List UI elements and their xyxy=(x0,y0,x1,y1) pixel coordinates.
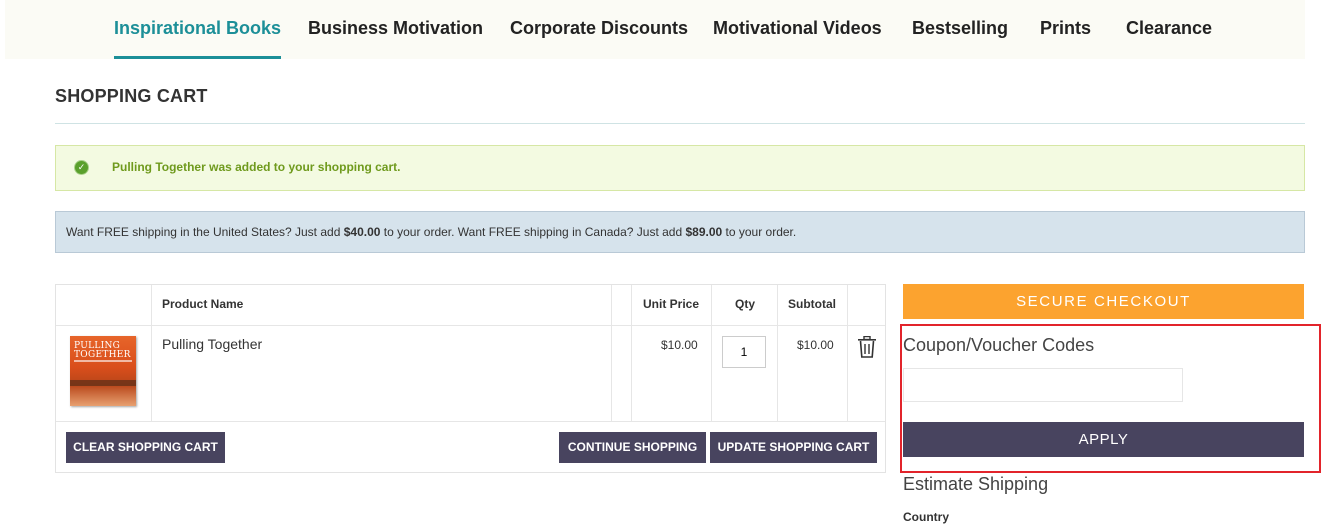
top-navigation: Inspirational Books Business Motivation … xyxy=(5,0,1305,59)
shipping-text-part1: Want FREE shipping in the United States?… xyxy=(66,225,344,239)
row-divider xyxy=(56,421,885,422)
country-label: Country xyxy=(903,510,949,524)
product-cover-decoration xyxy=(74,360,132,362)
product-cover-title: PULLING TOGETHER xyxy=(74,341,131,360)
nav-item-prints[interactable]: Prints xyxy=(1040,0,1091,59)
column-divider xyxy=(777,285,778,421)
nav-item-clearance[interactable]: Clearance xyxy=(1126,0,1212,59)
success-message-text: Pulling Together was added to your shopp… xyxy=(112,160,401,174)
canada-shipping-amount: $89.00 xyxy=(685,225,723,239)
continue-shopping-button[interactable]: CONTINUE SHOPPING xyxy=(559,432,706,463)
nav-item-corporate-discounts[interactable]: Corporate Discounts xyxy=(510,0,688,59)
product-name-link[interactable]: Pulling Together xyxy=(162,336,262,352)
column-divider xyxy=(847,285,848,421)
title-divider xyxy=(55,123,1305,124)
coupon-title: Coupon/Voucher Codes xyxy=(903,335,1095,355)
coupon-code-input[interactable] xyxy=(903,368,1183,402)
update-shopping-cart-button[interactable]: UPDATE SHOPPING CART xyxy=(710,432,877,463)
column-divider xyxy=(151,285,152,421)
nav-item-inspirational-books[interactable]: Inspirational Books xyxy=(114,0,282,59)
trash-icon[interactable] xyxy=(857,336,877,358)
nav-item-motivational-videos[interactable]: Motivational Videos xyxy=(713,0,882,59)
header-subtotal: Subtotal xyxy=(788,297,836,311)
estimate-shipping-title: Estimate Shipping xyxy=(903,474,1049,494)
check-circle-icon: ✓ xyxy=(75,161,88,174)
shipping-text-part2: to your order. Want FREE shipping in Can… xyxy=(380,225,686,239)
us-shipping-amount: $40.00 xyxy=(343,225,381,239)
nav-item-bestselling[interactable]: Bestselling xyxy=(912,0,1008,59)
free-shipping-message: Want FREE shipping in the United States?… xyxy=(55,211,1305,253)
row-divider xyxy=(56,325,885,326)
nav-item-business-motivation[interactable]: Business Motivation xyxy=(308,0,483,59)
product-unit-price: $10.00 xyxy=(661,338,698,352)
header-unit-price: Unit Price xyxy=(643,297,700,311)
column-divider xyxy=(611,285,612,421)
column-divider xyxy=(711,285,712,421)
column-divider xyxy=(631,285,632,421)
product-subtotal: $10.00 xyxy=(797,338,834,352)
header-qty: Qty xyxy=(735,297,756,311)
clear-shopping-cart-button[interactable]: CLEAR SHOPPING CART xyxy=(66,432,225,463)
free-shipping-text: Want FREE shipping in the United States?… xyxy=(66,225,796,239)
product-cover-decoration xyxy=(70,380,136,386)
product-thumbnail[interactable]: PULLING TOGETHER xyxy=(70,336,136,406)
qty-input[interactable] xyxy=(722,336,766,368)
secure-checkout-button[interactable]: SECURE CHECKOUT xyxy=(903,284,1304,319)
page-title: SHOPPING CART xyxy=(55,86,208,106)
header-product-name: Product Name xyxy=(162,297,244,311)
cart-table: Product Name Unit Price Qty Subtotal PUL… xyxy=(55,284,886,473)
shipping-text-part3: to your order. xyxy=(722,225,797,239)
apply-coupon-button[interactable]: APPLY xyxy=(903,422,1304,457)
success-message: ✓ Pulling Together was added to your sho… xyxy=(55,145,1305,191)
